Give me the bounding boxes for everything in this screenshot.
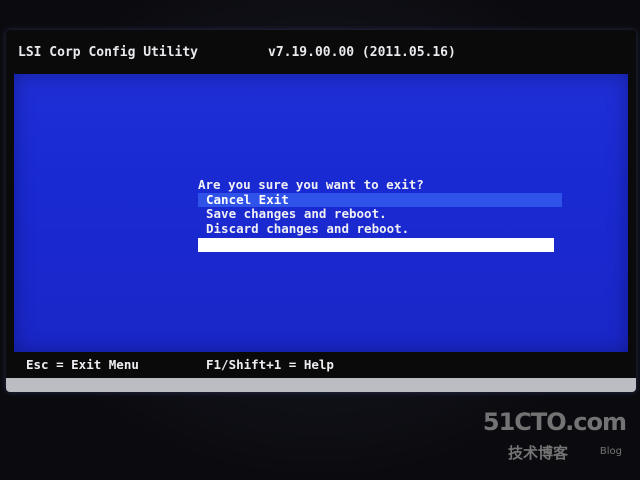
main-panel: Are you sure you want to exit? Cancel Ex…: [14, 74, 628, 352]
exit-question: Are you sure you want to exit?: [198, 177, 424, 192]
bios-header: LSI Corp Config Utility v7.19.00.00 (201…: [6, 30, 636, 74]
option-cancel-exit[interactable]: Cancel Exit: [198, 192, 562, 207]
footer-bar: Esc = Exit Menu F1/Shift+1 = Help: [14, 352, 628, 378]
watermark-blog: Blog: [599, 446, 622, 457]
watermark-logo: 51CTO.com 技术博客 Blog: [483, 408, 628, 468]
app-version: v7.19.00.00 (2011.05.16): [268, 45, 456, 60]
option-save-and-reboot[interactable]: Save changes and reboot.: [192, 206, 562, 222]
watermark-brand: 51CTO.com: [482, 408, 627, 436]
exit-dialog: Are you sure you want to exit? Cancel Ex…: [192, 177, 562, 252]
screen-bottom-edge: [6, 378, 636, 392]
exit-menu-hint: Esc = Exit Menu: [26, 357, 139, 372]
help-hint: F1/Shift+1 = Help: [206, 357, 334, 372]
option-discard-and-reboot[interactable]: Discard changes and reboot.: [192, 221, 562, 237]
watermark-subtitle: 技术博客: [508, 444, 569, 462]
dialog-status-bar: [198, 238, 554, 252]
app-title: LSI Corp Config Utility: [18, 45, 199, 60]
bios-screen: LSI Corp Config Utility v7.19.00.00 (201…: [6, 30, 636, 392]
